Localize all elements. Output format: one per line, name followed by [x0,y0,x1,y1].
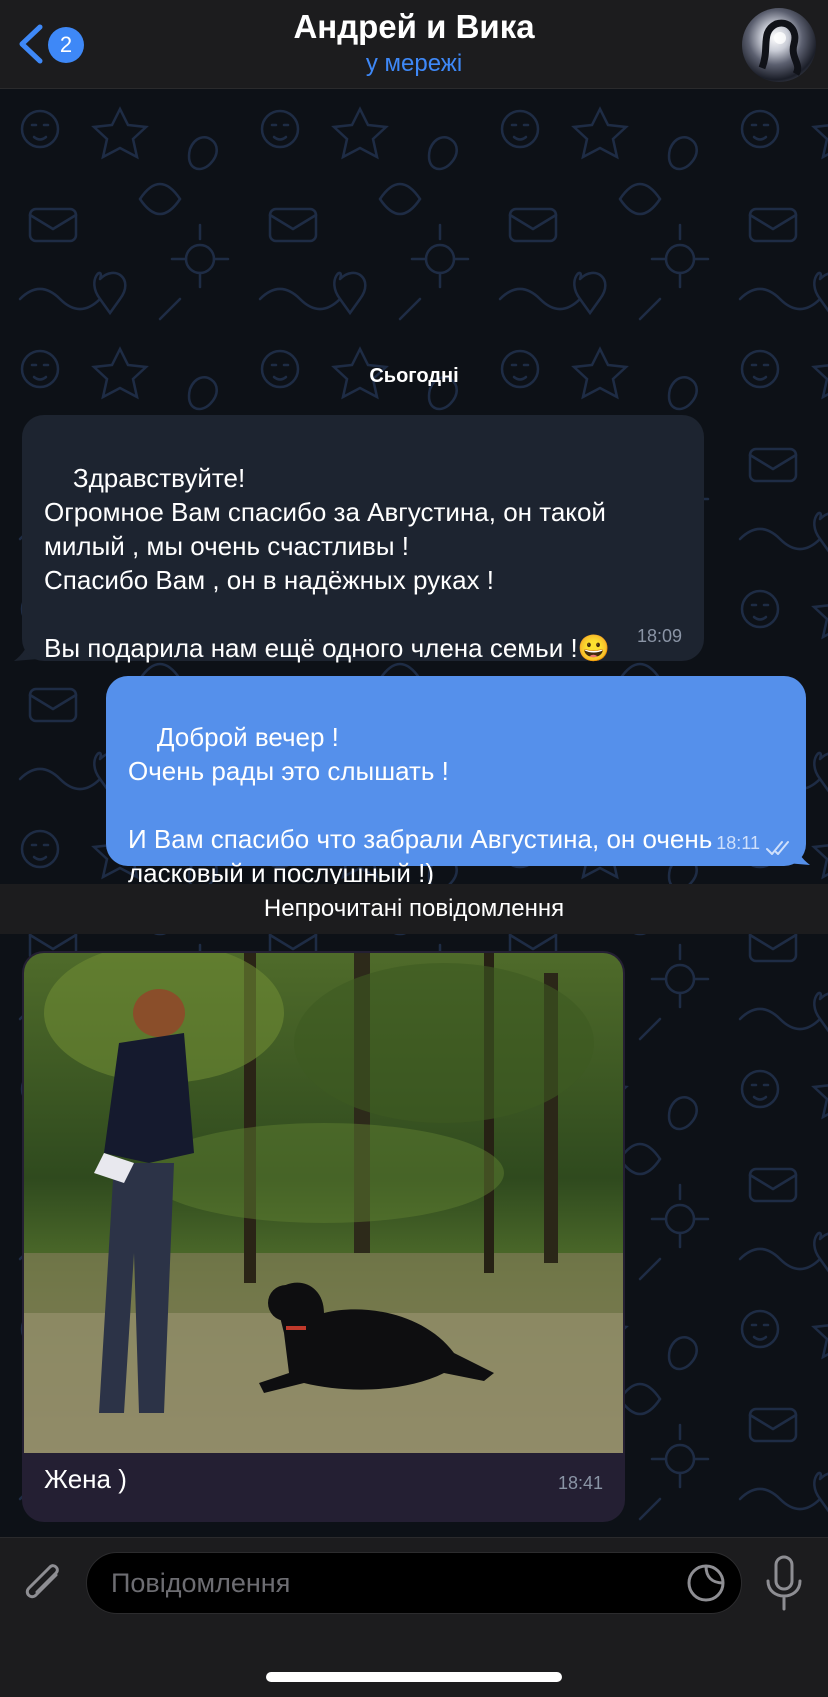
sticker-icon[interactable] [686,1563,726,1603]
composer-bar [0,1537,828,1697]
chat-title[interactable]: Андрей и Вика [0,8,828,46]
home-indicator[interactable] [266,1672,562,1682]
photo-caption: Жена ) [44,1464,127,1494]
message-time: 18:41 [557,1473,603,1493]
photo-image [24,953,623,1453]
paperclip-icon[interactable] [20,1557,66,1609]
photo-attachment[interactable] [24,953,623,1453]
date-label: Сьогодні [369,365,459,387]
message-bubble-incoming[interactable]: Здравствуйте! Огромное Вам спасибо за Ав… [22,415,704,663]
message-bubble-outgoing[interactable]: Доброй вечер ! Очень рады это слышать ! … [106,676,806,888]
chat-header: 2 Андрей и Вика у мережі [0,0,828,89]
message-input[interactable] [86,1552,742,1614]
message-text: Доброй вечер ! Очень рады это слышать ! … [128,722,713,888]
unread-messages-divider: Непрочитані повідомлення [0,884,828,934]
avatar[interactable] [742,8,816,82]
double-check-icon [766,841,789,855]
message-text: Здравствуйте! Огромное Вам спасибо за Ав… [44,463,611,663]
online-status: у мережі [365,50,463,77]
date-separator: Сьогодні [0,361,828,392]
message-time: 18:11 [716,833,760,853]
chat-area[interactable]: Сьогодні Здравствуйте! Огромное Вам спас… [0,89,828,1537]
microphone-icon[interactable] [764,1555,804,1611]
photo-message-bubble[interactable]: Жена ) 18:41 [22,951,625,1522]
message-time: 18:09 [636,626,682,646]
